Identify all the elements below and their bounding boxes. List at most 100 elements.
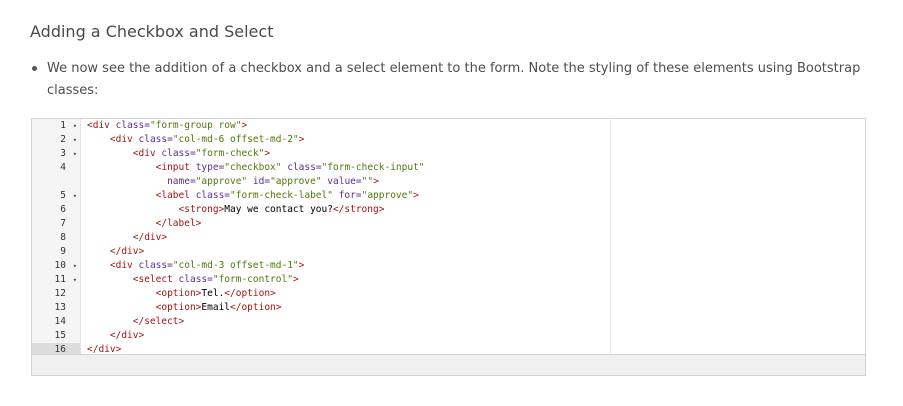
code-token: "checkbox" <box>224 162 282 173</box>
code-line: <div class="col-md-6 offset-md-2"> <box>87 133 865 147</box>
line-number: 9 <box>60 246 66 257</box>
code-line: <label class="form-check-label" for="app… <box>87 189 865 203</box>
code-line: <div class="form-group row"> <box>87 119 865 133</box>
code-token: </option> <box>224 288 276 299</box>
chevron-down-icon[interactable]: ▾ <box>73 133 77 147</box>
code-token: class= <box>138 260 173 271</box>
code-token: class= <box>287 162 322 173</box>
line-number: 10 <box>54 260 66 271</box>
gutter-row: 12 <box>32 287 80 301</box>
code-token: May we contact you? <box>224 204 333 215</box>
code-token: </option> <box>230 302 282 313</box>
code-line: <div class="form-check"> <box>87 147 865 161</box>
gutter-row: 2 ▾ <box>32 133 80 147</box>
gutter-row: 9 <box>32 245 80 259</box>
line-number: 11 <box>54 274 66 285</box>
code-token: </label> <box>155 218 202 229</box>
page: Adding a Checkbox and Select We now see … <box>0 0 903 406</box>
gutter-row: 15 <box>32 329 80 343</box>
code-token: </strong> <box>332 204 385 215</box>
chevron-down-icon[interactable]: ▾ <box>73 273 77 287</box>
line-number-gutter: 1 ▾ 2 ▾ 3 ▾ 4 5 ▾ 6 7 8 9 10 ▾ 11 ▾ 12 13 14 15 16 <box>32 119 81 357</box>
line-number: 4 <box>60 162 66 173</box>
code-token: <label <box>155 190 196 201</box>
code-token: <div <box>87 120 116 131</box>
gutter-row: 11 ▾ <box>32 273 80 287</box>
code-area[interactable]: <div class="form-group row"> <div class=… <box>87 119 865 355</box>
line-number: 12 <box>54 288 66 299</box>
code-token: for= <box>338 190 362 201</box>
code-token: <div <box>109 134 139 145</box>
code-token: "form-check" <box>195 148 265 159</box>
gutter-row: 5 ▾ <box>32 189 80 203</box>
code-token: "approve" <box>361 190 414 201</box>
code-token: <option> <box>155 302 202 313</box>
code-line: </div> <box>87 231 865 245</box>
code-token: > <box>298 260 305 271</box>
code-token: </div> <box>132 232 168 243</box>
code-line: </label> <box>87 217 865 231</box>
line-number: 2 <box>60 134 66 145</box>
code-token: </div> <box>109 246 145 257</box>
code-token: "approve" <box>195 176 248 187</box>
line-number: 14 <box>54 316 66 327</box>
gutter-row: 10 ▾ <box>32 259 80 273</box>
line-number: 3 <box>60 148 66 159</box>
chevron-down-icon[interactable]: ▾ <box>73 259 77 273</box>
gutter-row: 8 <box>32 231 80 245</box>
code-token: name= <box>167 176 196 187</box>
line-number: 6 <box>60 204 66 215</box>
code-token: <select <box>132 274 179 285</box>
chevron-down-icon[interactable]: ▾ <box>73 189 77 203</box>
line-number: 8 <box>60 232 66 243</box>
code-token: class= <box>195 190 231 201</box>
editor-status-bar <box>32 354 865 375</box>
gutter-row: 7 <box>32 217 80 231</box>
line-number: 7 <box>60 218 66 229</box>
code-line: <option>Tel.</option> <box>87 287 865 301</box>
code-token: "col-md-6 offset-md-2" <box>172 134 299 145</box>
code-token: "form-check-label" <box>230 190 333 201</box>
code-token: class= <box>138 134 173 145</box>
gutter-row: 13 <box>32 301 80 315</box>
code-line: </select> <box>87 315 865 329</box>
code-line: <div class="col-md-3 offset-md-1"> <box>87 259 865 273</box>
code-token: > <box>264 148 271 159</box>
code-token: Tel. <box>201 288 225 299</box>
code-token: > <box>298 134 305 145</box>
code-token: class= <box>178 274 213 285</box>
code-token: > <box>413 190 419 201</box>
code-token: <div <box>109 260 139 271</box>
bullet-text: We now see the addition of a checkbox an… <box>47 61 861 98</box>
code-token: </div> <box>109 330 145 341</box>
code-editor[interactable]: 1 ▾ 2 ▾ 3 ▾ 4 5 ▾ 6 7 8 9 10 ▾ 11 ▾ 12 13 14 15 16 <div class… <box>31 118 866 376</box>
code-token: "approve" <box>270 176 322 187</box>
gutter-row: 1 ▾ <box>32 119 80 133</box>
code-line: <select class="form-control"> <box>87 273 865 287</box>
line-number: 15 <box>54 330 66 341</box>
code-token: > <box>292 274 299 285</box>
gutter-row: 6 <box>32 203 80 217</box>
bullet-item: We now see the addition of a checkbox an… <box>30 58 870 102</box>
code-token: "form-control" <box>212 274 293 285</box>
line-number: 5 <box>60 190 66 201</box>
code-line: <strong>May we contact you?</strong> <box>87 203 865 217</box>
code-line: <option>Email</option> <box>87 301 865 315</box>
chevron-down-icon[interactable]: ▾ <box>73 147 77 161</box>
code-token: <option> <box>155 288 202 299</box>
chevron-down-icon[interactable]: ▾ <box>73 119 77 133</box>
line-number: 1 <box>60 120 66 131</box>
line-number: 13 <box>54 302 66 313</box>
code-token: value= <box>327 176 362 187</box>
code-line: name="approve" id="approve" value=""> <box>87 175 865 189</box>
